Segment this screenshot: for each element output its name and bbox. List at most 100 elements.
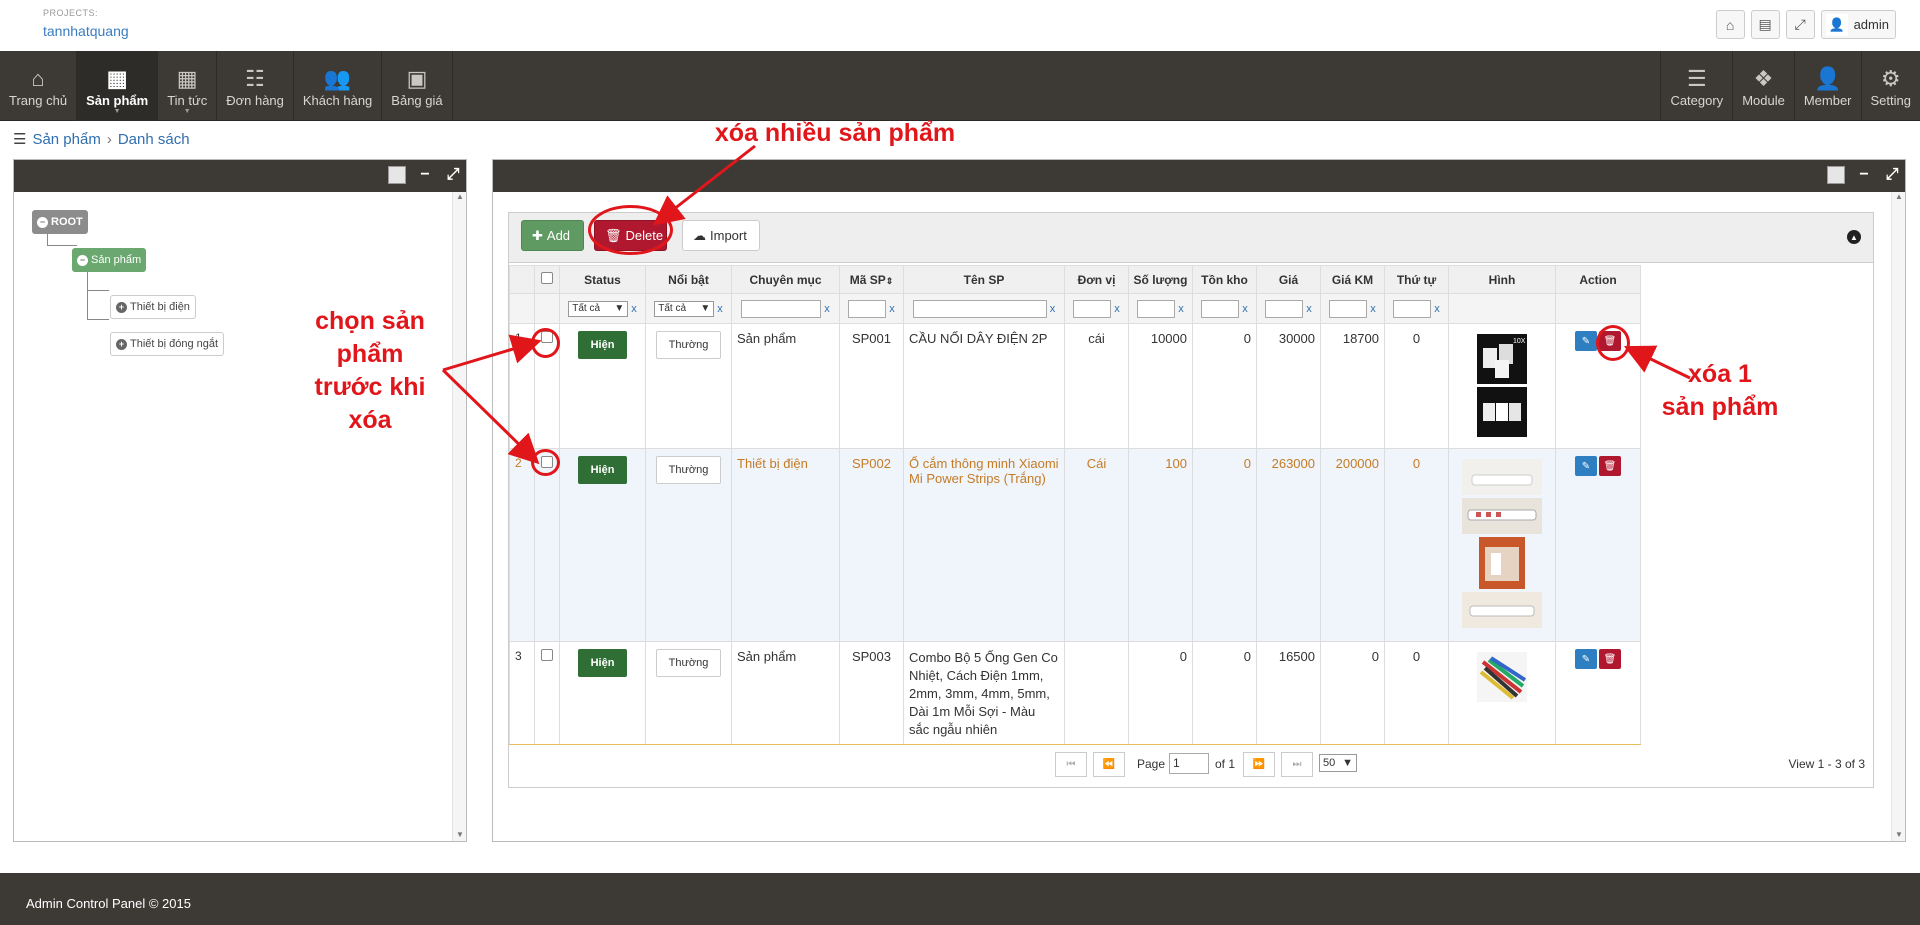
table-row[interactable]: 3 Hiện Thường Sản phẩm SP003 Combo Bộ 5 … (509, 641, 1641, 745)
price-filter-input[interactable] (1265, 299, 1304, 318)
project-name[interactable]: tannhatquang (43, 23, 129, 39)
minimize-icon[interactable]: − (1855, 166, 1873, 184)
nav-trang-chu[interactable]: ⌂ Trang chủ (0, 51, 78, 121)
product-thumbnail[interactable] (1462, 498, 1542, 534)
add-button[interactable]: ✚ Add (521, 220, 584, 251)
minimize-icon[interactable]: − (416, 166, 434, 184)
nav-bang-gia[interactable]: ▣ Bảng giá (382, 51, 453, 121)
collapse-grid-icon[interactable]: ▲ (1847, 230, 1861, 244)
scrollbar[interactable]: ▲ ▼ (1891, 192, 1905, 841)
promo-filter-input[interactable] (1329, 299, 1368, 318)
col-unit[interactable]: Đơn vị (1064, 265, 1129, 294)
trash-icon[interactable]: 🗑 (1599, 456, 1621, 476)
col-name[interactable]: Tên SP (903, 265, 1065, 294)
product-thumbnail[interactable] (1477, 652, 1527, 702)
clear-filter-icon[interactable]: x (889, 303, 895, 315)
featured-filter[interactable]: Tất cả ▼ (654, 300, 715, 317)
stock-filter-input[interactable] (1201, 299, 1240, 318)
featured-button[interactable]: Thường (656, 456, 721, 484)
last-page-icon[interactable]: ⏭ (1281, 752, 1313, 777)
clear-filter-icon[interactable]: x (1178, 303, 1184, 315)
product-thumbnail[interactable] (1477, 387, 1527, 437)
import-button[interactable]: ☁ Import (682, 220, 760, 251)
clear-filter-icon[interactable]: x (717, 303, 723, 315)
clear-filter-icon[interactable]: x (1050, 303, 1056, 315)
table-row[interactable]: 1 Hiện Thường Sản phẩm SP001 CẦU NỐI DÂY… (509, 323, 1641, 449)
user-menu[interactable]: 👤 admin (1820, 10, 1896, 39)
nav-category[interactable]: ☰ Category (1660, 51, 1732, 121)
featured-button[interactable]: Thường (656, 649, 721, 677)
col-qty[interactable]: Số lượng (1128, 265, 1193, 294)
tree-label: Sản phẩm (91, 254, 142, 266)
code-filter-input[interactable] (848, 299, 887, 318)
expand-icon[interactable]: ⤢ (1883, 166, 1901, 184)
nav-module[interactable]: ❖ Module (1732, 51, 1794, 121)
col-order[interactable]: Thứ tự (1384, 265, 1449, 294)
tree-node-thiet-bi-dong-ngat[interactable]: + Thiết bị đóng ngắt (110, 332, 225, 356)
col-status[interactable]: Status (559, 265, 646, 294)
order-filter-input[interactable] (1393, 299, 1432, 318)
nav-khach-hang[interactable]: 👥 Khách hàng (294, 51, 383, 121)
select-all-checkbox[interactable] (541, 272, 553, 284)
clear-filter-icon[interactable]: x (1242, 303, 1248, 315)
clear-filter-icon[interactable]: x (1434, 303, 1440, 315)
clear-filter-icon[interactable]: x (1370, 303, 1376, 315)
tree-node-root[interactable]: − ROOT (32, 210, 88, 234)
col-stock[interactable]: Tồn kho (1192, 265, 1257, 294)
nav-don-hang[interactable]: ☷ Đơn hàng (217, 51, 294, 121)
status-filter[interactable]: Tất cả ▼ (568, 300, 629, 317)
unit-filter-input[interactable] (1073, 299, 1112, 318)
nav-san-pham[interactable]: ▦ Sản phẩm ▼ (77, 51, 159, 121)
page-size-select[interactable]: 50 ▼ (1319, 754, 1357, 772)
product-thumbnail[interactable] (1479, 537, 1525, 589)
status-button[interactable]: Hiện (578, 649, 627, 677)
panel-toggle-icon[interactable] (1827, 166, 1845, 184)
col-price[interactable]: Giá (1256, 265, 1321, 294)
status-button[interactable]: Hiện (578, 456, 627, 484)
clear-filter-icon[interactable]: x (1306, 303, 1312, 315)
page-input[interactable]: 1 (1169, 753, 1209, 774)
nav-tin-tuc[interactable]: ▦ Tin tức ▼ (158, 51, 218, 121)
tree-node-thiet-bi-dien[interactable]: + Thiết bị điện (110, 295, 196, 319)
col-category[interactable]: Chuyên mục (731, 265, 840, 294)
action-cell: ✎ 🗑 (1555, 448, 1641, 642)
clear-filter-icon[interactable]: x (824, 303, 830, 315)
qty-filter-input[interactable] (1137, 299, 1176, 318)
scroll-down-icon[interactable]: ▼ (456, 830, 464, 839)
clear-filter-icon[interactable]: x (1114, 303, 1120, 315)
edit-icon[interactable]: ✎ (1575, 456, 1597, 476)
expand-icon[interactable]: ⤢ (444, 166, 462, 184)
scroll-up-icon[interactable]: ▲ (456, 192, 464, 201)
name-filter-input[interactable] (912, 299, 1047, 318)
product-thumbnail[interactable] (1462, 459, 1542, 495)
nav-setting[interactable]: ⚙ Setting (1860, 51, 1920, 121)
breadcrumb-san-pham[interactable]: Sản phẩm (32, 131, 100, 148)
breadcrumb-danh-sach[interactable]: Danh sách (118, 131, 190, 148)
col-featured[interactable]: Nổi bật (645, 265, 732, 294)
category-filter-input[interactable] (741, 299, 822, 318)
first-page-icon[interactable]: ⏮ (1055, 752, 1087, 777)
home-icon[interactable]: ⌂ (1715, 10, 1745, 39)
prev-page-icon[interactable]: ⏪ (1093, 752, 1125, 777)
table-row[interactable]: 2 Hiện Thường Thiết bị điện SP002 Ổ cắm … (509, 448, 1641, 642)
scrollbar[interactable]: ▲ ▼ (452, 192, 466, 841)
next-page-icon[interactable]: ⏩ (1243, 752, 1275, 777)
nav-member[interactable]: 👤 Member (1793, 51, 1861, 121)
featured-button[interactable]: Thường (656, 331, 721, 359)
product-thumbnail[interactable]: 10X (1477, 334, 1527, 384)
clear-filter-icon[interactable]: x (631, 303, 637, 315)
scroll-down-icon[interactable]: ▼ (1895, 830, 1903, 839)
panel-toggle-icon[interactable] (388, 166, 406, 184)
tree-node-san-pham[interactable]: − Sản phẩm (72, 248, 147, 272)
col-code[interactable]: Mã SP⇕ (839, 265, 904, 294)
edit-icon[interactable]: ✎ (1575, 649, 1597, 669)
scroll-up-icon[interactable]: ▲ (1895, 192, 1903, 201)
edit-icon[interactable]: ✎ (1575, 331, 1597, 351)
status-button[interactable]: Hiện (578, 331, 627, 359)
fullscreen-icon[interactable]: ⤢ (1785, 10, 1815, 39)
col-promo[interactable]: Giá KM (1320, 265, 1385, 294)
trash-icon[interactable]: 🗑 (1599, 649, 1621, 669)
row-checkbox[interactable] (541, 649, 553, 661)
book-icon[interactable]: ▤ (1750, 10, 1780, 39)
product-thumbnail[interactable] (1462, 592, 1542, 628)
